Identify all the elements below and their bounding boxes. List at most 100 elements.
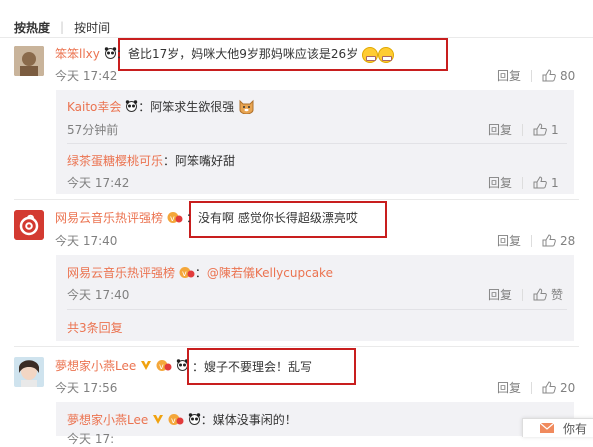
vip-badge-icon: v [167, 211, 183, 227]
vip-badge-icon: v [179, 266, 195, 282]
reply-time: 今天 17:42 [67, 176, 130, 190]
reply-item: 绿茶蛋糖樱桃可乐：阿笨嘴好甜 [67, 152, 235, 169]
panda-badge-icon [125, 100, 138, 115]
comment-username[interactable]: 笨笨llxy [55, 47, 100, 61]
comment-1-line: 笨笨llxy [55, 45, 117, 62]
action-divider [531, 69, 533, 82]
like-icon[interactable] [542, 69, 556, 82]
grin-emoji-icon [362, 46, 379, 63]
reply-button[interactable]: 回复 [488, 121, 512, 138]
svg-text:v: v [182, 269, 187, 278]
comment-3-line: 夢想家小燕Lee v [55, 357, 189, 375]
comment-actions: 回复 80 [497, 67, 575, 84]
reply-divider [67, 143, 567, 144]
comment-text: 没有啊 感觉你长得超级漂亮哎 [198, 211, 358, 225]
panda-badge-icon [104, 47, 117, 62]
svg-text:v: v [171, 416, 176, 425]
more-replies-link[interactable]: 共3条回复 [67, 319, 123, 336]
reply-list: 网易云音乐热评强榜 v ：@陳若儀Kellycupcake 今天 17:40 回复… [56, 255, 574, 341]
comment-time: 今天 17:40 [55, 234, 118, 248]
comment-text-row: ：爸比17岁，妈咪大他9岁那妈咪应该是26岁 [116, 45, 395, 63]
action-divider [522, 288, 524, 301]
like-label: 赞 [551, 288, 564, 302]
popup-text: 你有 [563, 421, 588, 436]
message-popup[interactable]: 你有 [522, 418, 593, 437]
sort-bar: 按热度 | 按时间 [14, 17, 110, 37]
sort-by-time[interactable]: 按时间 [74, 19, 110, 36]
reply-text: 阿笨嘴好甜 [175, 154, 236, 168]
verified-v-icon [140, 359, 152, 374]
sort-by-hot[interactable]: 按热度 [14, 19, 50, 36]
like-count: 1 [551, 175, 559, 190]
reply-button[interactable]: 回复 [497, 379, 521, 396]
mention-link[interactable]: @陳若儀Kellycupcake [207, 266, 333, 280]
action-divider [522, 123, 524, 136]
reply-button[interactable]: 回复 [488, 286, 512, 303]
comment-username[interactable]: 夢想家小燕Lee [55, 359, 136, 373]
reply-username[interactable]: 网易云音乐热评强榜 [67, 266, 175, 280]
reply-button[interactable]: 回复 [497, 232, 521, 249]
comment-username[interactable]: 网易云音乐热评强榜 [55, 211, 163, 225]
reply-item: 夢想家小燕Lee v ：媒体没事闲的！ [67, 411, 297, 429]
like-icon[interactable] [533, 288, 547, 301]
reply-time: 今天 17: [67, 432, 115, 446]
reply-text: 阿笨求生欲很强 [150, 100, 235, 114]
avatar[interactable] [14, 357, 44, 387]
colon: ： [200, 413, 213, 427]
envelope-icon [539, 422, 555, 433]
reply-username[interactable]: 绿茶蛋糖樱桃可乐 [67, 154, 163, 168]
reply-item: Kaito幸会 ：阿笨求生欲很强 [67, 98, 255, 117]
svg-text:v: v [159, 362, 164, 371]
avatar[interactable] [14, 46, 44, 76]
like-icon[interactable] [533, 123, 547, 136]
comment-text-row: ：嫂子不要理会！乱写 [192, 358, 312, 375]
grin-emoji-icon [378, 46, 395, 63]
colon: ： [194, 266, 207, 280]
colon: ： [138, 100, 151, 114]
action-divider [531, 234, 533, 247]
panda-badge-icon [188, 413, 201, 428]
reply-item: 网易云音乐热评强榜 v ：@陳若儀Kellycupcake [67, 264, 333, 282]
vip-badge-icon: v [168, 413, 184, 429]
comment-actions: 回复 20 [497, 379, 575, 396]
colon: ： [186, 211, 199, 225]
reply-button[interactable]: 回复 [488, 174, 512, 191]
reply-button[interactable]: 回复 [497, 67, 521, 84]
colon: ： [116, 47, 129, 61]
colon: ： [192, 360, 205, 374]
verified-v-icon [152, 413, 164, 428]
comment-divider [14, 346, 579, 347]
reply-list: Kaito幸会 ：阿笨求生欲很强 57分钟前 回复 1 绿茶蛋糖樱桃可乐：阿笨嘴… [56, 90, 574, 194]
reply-text: 媒体没事闲的！ [212, 413, 297, 427]
netease-music-logo-icon [14, 210, 44, 240]
reply-actions: 回复 赞 [488, 286, 563, 303]
comment-text: 嫂子不要理会！乱写 [204, 360, 313, 374]
comment-time: 今天 17:56 [55, 381, 118, 395]
like-count: 80 [560, 68, 576, 83]
avatar[interactable] [14, 210, 44, 240]
like-icon[interactable] [533, 176, 547, 189]
colon: ： [163, 154, 176, 168]
reply-divider [67, 309, 567, 310]
reply-time: 57分钟前 [67, 123, 119, 137]
vip-badge-icon: v [156, 359, 172, 375]
reply-actions: 回复 1 [488, 121, 559, 138]
comment-divider [14, 199, 579, 200]
like-count: 28 [560, 233, 576, 248]
doge-emoji-icon [238, 98, 255, 117]
like-icon[interactable] [542, 381, 556, 394]
like-count: 20 [560, 380, 576, 395]
reply-username[interactable]: Kaito幸会 [67, 100, 121, 114]
reply-actions: 回复 1 [488, 174, 559, 191]
comment-time: 今天 17:42 [55, 69, 118, 83]
comment-text: 爸比17岁，妈咪大他9岁那妈咪应该是26岁 [128, 47, 359, 61]
reply-username[interactable]: 夢想家小燕Lee [67, 413, 148, 427]
like-icon[interactable] [542, 234, 556, 247]
reply-time: 今天 17:40 [67, 288, 130, 302]
action-divider [531, 381, 533, 394]
comment-actions: 回复 28 [497, 232, 575, 249]
action-divider [522, 176, 524, 189]
comment-2-line: 网易云音乐热评强榜 v [55, 209, 183, 227]
sort-separator: | [60, 20, 65, 34]
svg-text:v: v [170, 214, 175, 223]
